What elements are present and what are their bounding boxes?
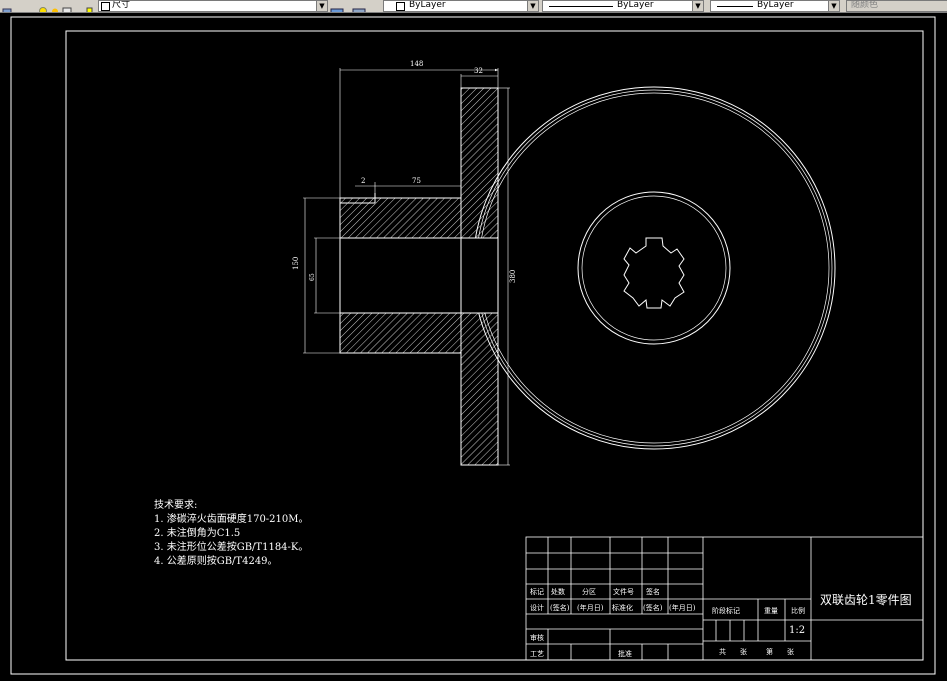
dimension-style-value: 尺寸 [112, 0, 131, 10]
plot-style-value: 随颜色 [851, 0, 879, 10]
tb-approve: 批准 [618, 650, 632, 658]
tb-standardize: 标准化 [612, 604, 633, 612]
note-item: 3. 未注形位公差按GB/T1184-K。 [154, 542, 309, 553]
properties-toolbar: 尺寸 ▼ ByLayer ▼ ByLayer ▼ ByLayer ▼ 随颜色 [0, 0, 947, 13]
line-sample-icon [717, 1, 753, 7]
line-sample-icon [549, 1, 613, 7]
dim-hub-length: 75 [412, 177, 421, 185]
dimension-style-dropdown[interactable]: 尺寸 ▼ [98, 0, 328, 12]
drawing-canvas[interactable]: 148 32 2 75 150 65 380 技术要求: 1. 渗碳淬火齿面硬度… [0, 13, 947, 681]
note-item: 4. 公差原则按GB/T4249。 [154, 556, 278, 567]
color-swatch-icon[interactable] [86, 1, 96, 12]
linetype-control-value: ByLayer [617, 0, 654, 10]
tb-signed-name2: (签名) [643, 604, 663, 612]
layer-previous-icon[interactable] [352, 1, 366, 12]
tb-page: 第 [766, 648, 773, 656]
chevron-down-icon[interactable]: ▼ [828, 1, 839, 11]
tb-zone: 分区 [582, 588, 596, 596]
tb-signed-name: (签名) [550, 604, 570, 612]
note-item: 2. 未注倒角为C1.5 [154, 528, 241, 539]
part-name: 双联齿轮1零件图 [820, 593, 912, 607]
tb-scale: 1:2 [789, 625, 806, 636]
tb-review: 审核 [530, 634, 544, 642]
notes-heading: 技术要求: [154, 500, 198, 511]
dim-bore-dia: 150 [292, 256, 300, 270]
plot-style-control[interactable]: 随颜色 [846, 0, 947, 12]
dim-small-dia: 65 [309, 273, 316, 281]
white-square-icon [101, 2, 110, 11]
linetype-control-dropdown[interactable]: ByLayer ▼ [542, 0, 704, 12]
spline-bore [623, 237, 685, 309]
dim-flange-dia: 380 [509, 269, 517, 283]
tb-doc-no: 文件号 [613, 588, 634, 596]
lightbulb-icon[interactable] [38, 1, 48, 12]
dim-overall-length: 148 [410, 60, 424, 68]
make-object-layer-current-icon[interactable] [330, 1, 344, 12]
white-square-icon [396, 2, 405, 11]
tb-design: 设计 [530, 604, 544, 612]
tb-sheets: 张 [740, 648, 747, 656]
layer-state-icon[interactable] [2, 1, 12, 12]
color-control-value: ByLayer [409, 0, 446, 10]
tb-mark: 标记 [530, 588, 544, 596]
tb-process: 工艺 [530, 650, 544, 658]
lineweight-control-dropdown[interactable]: ByLayer ▼ [710, 0, 840, 12]
dim-flange-width: 32 [474, 67, 483, 75]
tb-date2: (年月日) [669, 604, 696, 612]
chevron-down-icon[interactable]: ▼ [527, 1, 538, 11]
lineweight-control-value: ByLayer [757, 0, 794, 10]
tb-date: (年月日) [577, 604, 604, 612]
tb-signature: 签名 [646, 588, 660, 596]
technical-requirements: 技术要求: 1. 渗碳淬火齿面硬度170-210M。 2. 未注倒角为C1.5 … [154, 499, 309, 569]
drawing-svg [10, 16, 936, 675]
tb-total: 共 [719, 648, 726, 656]
tb-count: 处数 [551, 588, 565, 596]
dim-small-left: 2 [361, 177, 366, 185]
layer-lock-icon[interactable] [62, 1, 72, 12]
gear-side-view [472, 86, 836, 450]
chevron-down-icon[interactable]: ▼ [316, 1, 327, 11]
note-item: 1. 渗碳淬火齿面硬度170-210M。 [154, 514, 309, 525]
gear-section-view [339, 87, 499, 466]
tb-sheet: 张 [787, 648, 794, 656]
tb-ratio: 比例 [791, 607, 805, 615]
color-control-dropdown[interactable]: ByLayer ▼ [383, 0, 539, 12]
sun-icon[interactable] [50, 1, 60, 12]
tb-weight: 重量 [764, 607, 778, 615]
chevron-down-icon[interactable]: ▼ [692, 1, 703, 11]
tb-stage-mark: 阶段标记 [712, 607, 740, 615]
